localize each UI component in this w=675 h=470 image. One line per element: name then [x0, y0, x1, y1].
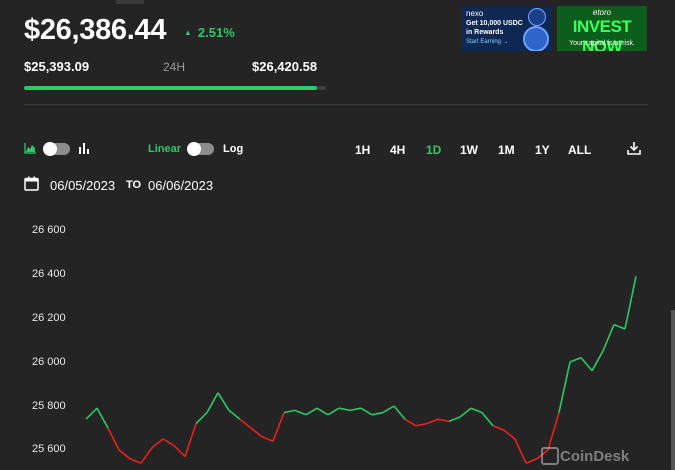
price-line-segment	[162, 438, 175, 447]
price-line-segment	[294, 409, 307, 416]
price-line-segment	[261, 436, 274, 442]
price-line-segment	[393, 405, 406, 420]
price-line-segment	[151, 438, 164, 449]
price-line-segment	[217, 392, 230, 411]
price-line-segment	[602, 324, 615, 352]
price-line-segment	[250, 427, 263, 438]
price-line-segment	[239, 418, 252, 429]
price-line-segment	[173, 445, 186, 458]
price-line-segment	[85, 407, 98, 420]
price-chart[interactable]	[0, 0, 675, 470]
price-line-segment	[195, 412, 208, 425]
price-line-segment	[437, 418, 450, 423]
price-line-segment	[503, 429, 516, 440]
price-line-segment	[327, 407, 340, 416]
price-line-segment	[338, 407, 351, 412]
price-line-segment	[272, 412, 285, 442]
price-line-segment	[118, 449, 131, 460]
price-line-segment	[492, 425, 505, 431]
price-line-segment	[404, 418, 417, 427]
price-line-segment	[558, 361, 571, 413]
price-line-segment	[459, 407, 472, 418]
price-line-segment	[96, 407, 109, 429]
price-line-segment	[107, 427, 120, 451]
price-line-segment	[569, 356, 582, 363]
price-line-segment	[283, 409, 296, 414]
price-line-segment	[580, 357, 593, 372]
price-line-segment	[448, 416, 461, 423]
price-line-segment	[360, 407, 373, 416]
price-line-segment	[481, 412, 494, 427]
price-line-segment	[305, 407, 318, 416]
price-line-segment	[514, 438, 527, 464]
scrollbar[interactable]	[671, 310, 675, 470]
price-line-segment	[206, 392, 219, 413]
price-line-segment	[371, 411, 384, 416]
price-line-segment	[382, 405, 395, 414]
price-line-segment	[129, 458, 142, 464]
price-line-segment	[624, 276, 637, 330]
price-line-segment	[316, 407, 329, 416]
price-line-segment	[228, 409, 241, 420]
price-line-segment	[415, 422, 428, 427]
price-line-segment	[547, 412, 560, 451]
price-line-segment	[349, 407, 362, 412]
price-line-segment	[470, 407, 483, 414]
coindesk-watermark: CoinDesk	[560, 448, 630, 465]
coindesk-logo-icon	[541, 447, 559, 465]
price-line-segment	[426, 418, 439, 425]
price-line-segment	[613, 323, 626, 330]
price-line-segment	[591, 350, 604, 372]
price-line-segment	[525, 458, 538, 464]
price-line-segment	[184, 423, 197, 457]
price-line-segment	[140, 447, 153, 464]
